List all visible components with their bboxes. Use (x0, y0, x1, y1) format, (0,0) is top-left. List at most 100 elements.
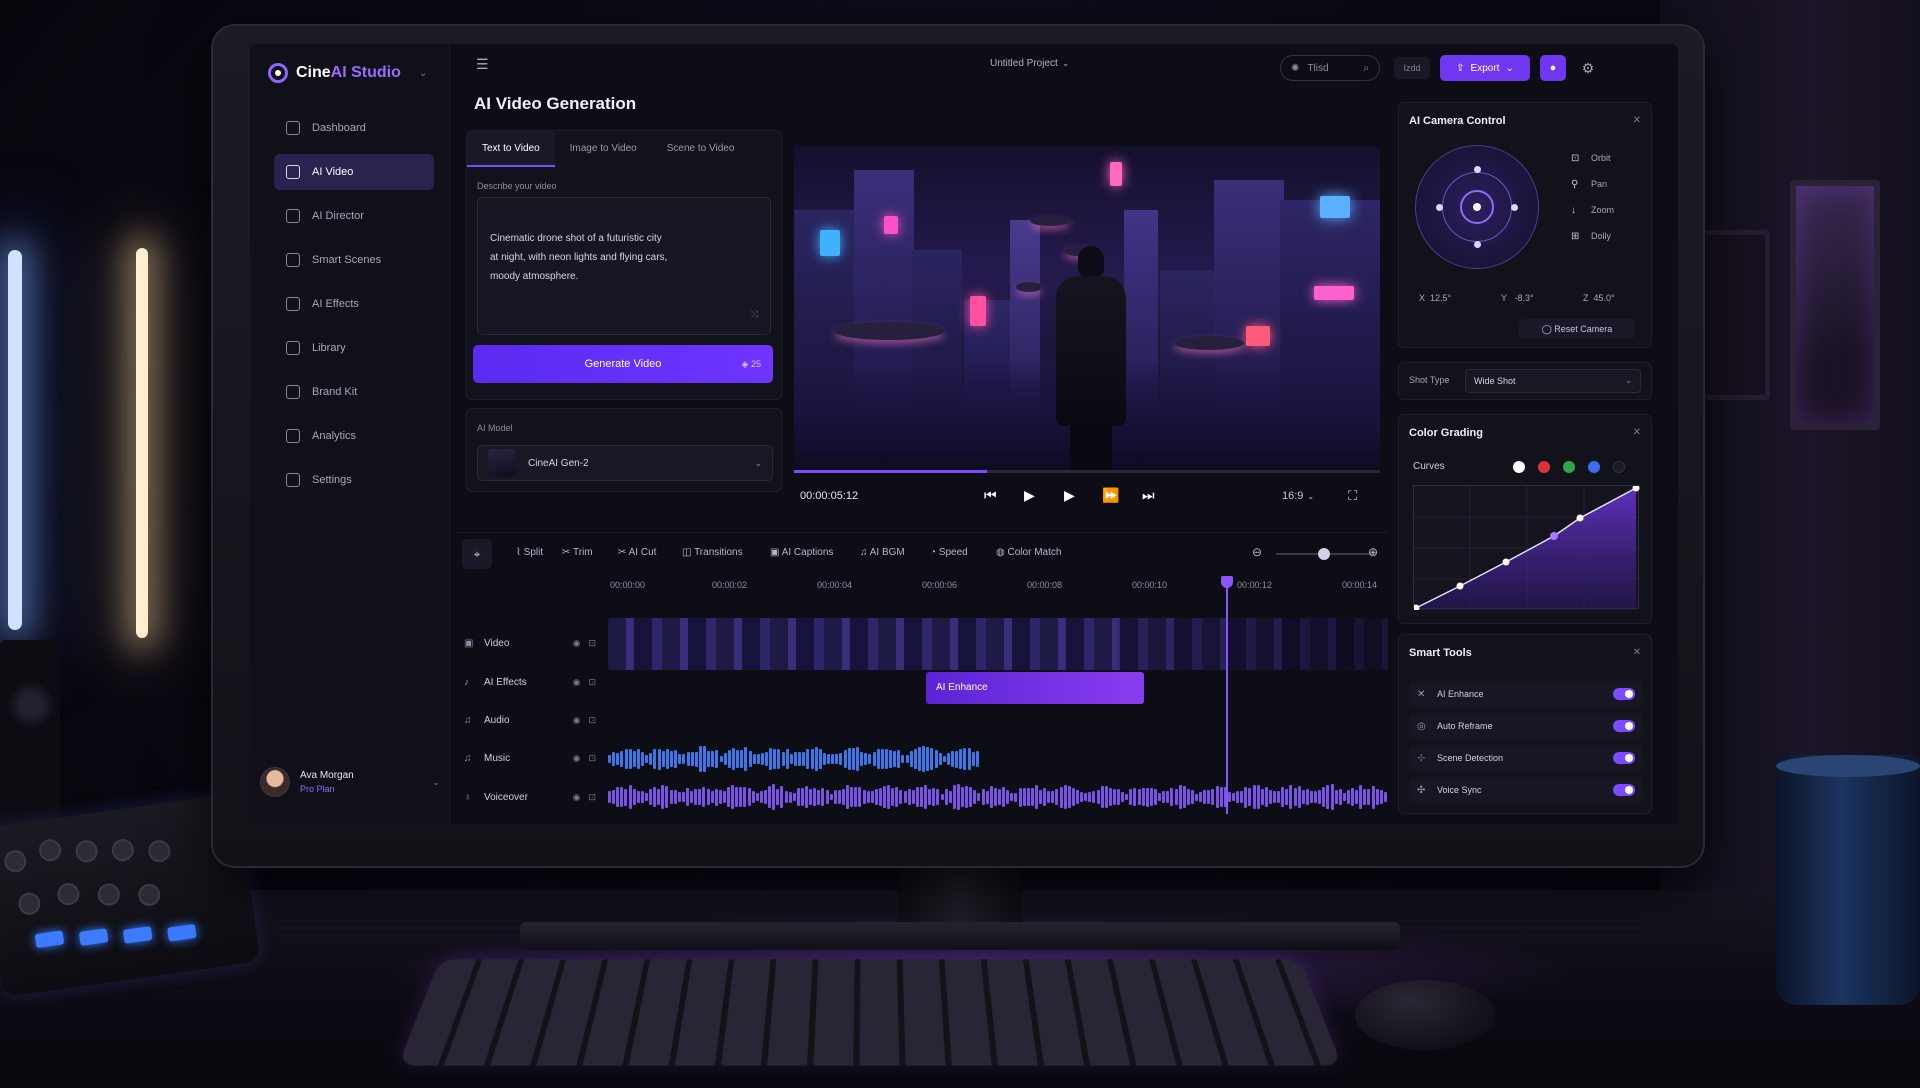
track-music[interactable]: ♫ Music ◉⊡ (464, 743, 604, 773)
waveform-bar (1047, 791, 1050, 803)
skip-back-icon[interactable]: ⏮ (984, 487, 997, 504)
playback-progress[interactable] (794, 470, 1380, 473)
chevron-down-icon[interactable]: ⌄ (432, 777, 440, 788)
settings-gear-icon[interactable]: ⚙ (1577, 57, 1599, 79)
track-audio[interactable]: ♫ Audio ◉⊡ (464, 705, 604, 735)
wall-frame (1790, 180, 1880, 430)
camera-joystick[interactable] (1415, 145, 1539, 269)
music-icon: ♫ (860, 547, 868, 558)
focus-icon[interactable]: ⌖ (462, 539, 492, 569)
generate-video-button[interactable]: Generate Video ◈ 25 (473, 345, 773, 383)
fast-forward-icon[interactable]: ⏩ (1102, 487, 1119, 504)
zoom-in-icon[interactable]: ⊕ (1368, 545, 1378, 559)
ai-enhance-toggle[interactable] (1613, 688, 1635, 700)
project-selector[interactable]: Untitled Project ⌄ (990, 58, 1069, 69)
prompt-input[interactable]: Cinematic drone shot of a futuristic cit… (477, 197, 771, 335)
fullscreen-icon[interactable]: ⛶ (1348, 488, 1357, 504)
camera-mode-pan[interactable]: ⚲ Pan (1571, 171, 1641, 197)
channel-swatch-green[interactable] (1563, 461, 1575, 473)
track-voiceover[interactable]: ♁ Voiceover ◉⊡ (464, 782, 604, 812)
gear-icon (286, 473, 300, 487)
eye-lock-icons[interactable]: ◉⊡ (573, 677, 604, 688)
user-name: Ava Morgan (300, 770, 354, 781)
waveform-bar (785, 791, 788, 803)
brand[interactable]: CineAI Studio ⌄ (268, 58, 438, 88)
eye-lock-icons[interactable]: ◉⊡ (573, 753, 604, 764)
auto-reframe-toggle[interactable] (1613, 720, 1635, 732)
camera-mode-zoom[interactable]: ↓ Zoom (1571, 197, 1641, 223)
zoom-slider-handle[interactable] (1318, 548, 1330, 560)
joystick-center[interactable] (1473, 203, 1481, 211)
track-video[interactable]: ▣ Video ◉⊡ (464, 628, 604, 658)
user-menu[interactable]: Ava Morgan Pro Plan ⌄ (260, 762, 440, 802)
camera-mode-dolly[interactable]: ⊞ Dolly (1571, 223, 1641, 249)
color-match-tool[interactable]: ◍ Color Match (996, 547, 1061, 558)
small-pill[interactable]: Izdd (1394, 57, 1430, 79)
play-icon[interactable]: ▶ (1064, 487, 1075, 504)
shot-type-select[interactable]: Wide Shot ⌄ (1465, 369, 1641, 393)
split-tool[interactable]: ⌇ Split (516, 547, 543, 558)
close-icon[interactable]: ✕ (1633, 115, 1641, 126)
video-clip[interactable] (608, 618, 1388, 670)
scene-detection-toggle[interactable] (1613, 752, 1635, 764)
channel-swatch-red[interactable] (1538, 461, 1550, 473)
waveform-bar (1125, 794, 1128, 800)
camera-mode-orbit[interactable]: ⊡ Orbit (1571, 145, 1641, 171)
channel-swatch-luma[interactable] (1613, 461, 1625, 473)
search-pill[interactable]: ✺ Tlisd ⌕ (1280, 55, 1380, 81)
shuffle-icon[interactable]: ⤨ (750, 305, 758, 324)
waveform-bar (842, 789, 845, 805)
chevron-down-icon[interactable]: ⌄ (419, 68, 427, 79)
waveform-bar (612, 752, 615, 766)
tab-scene-to-video[interactable]: Scene to Video (652, 131, 750, 167)
user-button[interactable]: ● (1540, 55, 1566, 81)
music-waveform[interactable] (608, 746, 980, 772)
waveform-bar (608, 755, 611, 764)
eye-lock-icons[interactable]: ◉⊡ (573, 638, 604, 649)
voice-sync-toggle[interactable] (1613, 784, 1635, 796)
sidebar-item-ai-effects[interactable]: AI Effects (274, 286, 434, 322)
tab-text-to-video[interactable]: Text to Video (467, 131, 555, 167)
track-ai-effects[interactable]: ♪ AI Effects ◉⊡ (464, 667, 604, 697)
aspect-ratio-select[interactable]: 16:9 ⌄ (1282, 490, 1314, 502)
reset-camera-button[interactable]: ◯ Reset Camera (1519, 319, 1635, 339)
close-icon[interactable]: ✕ (1633, 427, 1641, 438)
close-icon[interactable]: ✕ (1633, 647, 1641, 658)
sidebar-item-library[interactable]: Library (274, 330, 434, 366)
waveform-bar (1285, 789, 1288, 805)
skip-forward-icon[interactable]: ⏭ (1142, 487, 1155, 504)
curve-editor[interactable] (1413, 485, 1639, 609)
sidebar-item-brand-kit[interactable]: Brand Kit (274, 374, 434, 410)
ruler-tick: 00:00:02 (712, 580, 747, 590)
video-preview[interactable] (794, 146, 1380, 470)
playhead[interactable] (1226, 576, 1228, 814)
eye-lock-icons[interactable]: ◉⊡ (573, 715, 604, 726)
sidebar-item-ai-director[interactable]: AI Director (274, 198, 434, 234)
sidebar-item-smart-scenes[interactable]: Smart Scenes (274, 242, 434, 278)
ai-enhance-clip[interactable]: AI Enhance (926, 672, 1144, 704)
ai-cut-tool[interactable]: ✂ AI Cut (618, 547, 656, 558)
eye-lock-icons[interactable]: ◉⊡ (573, 792, 604, 803)
play-icon[interactable]: ▶ (1024, 487, 1035, 504)
ai-captions-tool[interactable]: ▣ AI Captions (770, 547, 833, 558)
brand-icon (286, 385, 300, 399)
waveform-bar (637, 749, 640, 769)
timeline-ruler[interactable]: 00:00:00 00:00:02 00:00:04 00:00:06 00:0… (608, 574, 1388, 596)
speed-tool[interactable]: ◔ Speed (930, 547, 968, 558)
transitions-tool[interactable]: ◫ Transitions (682, 547, 743, 558)
channel-swatch-white[interactable] (1513, 461, 1525, 473)
voiceover-waveform[interactable] (608, 784, 1388, 810)
model-select[interactable]: CineAI Gen-2 ⌄ (477, 445, 773, 481)
tab-image-to-video[interactable]: Image to Video (555, 131, 652, 167)
export-button[interactable]: ⇪ Export ⌄ (1440, 55, 1530, 81)
waveform-bar (645, 793, 648, 800)
trim-tool[interactable]: ✂ Trim (562, 547, 593, 558)
channel-swatch-blue[interactable] (1588, 461, 1600, 473)
ai-bgm-tool[interactable]: ♫ AI BGM (860, 547, 905, 558)
sidebar-item-ai-video[interactable]: AI Video (274, 154, 434, 190)
sidebar-item-settings[interactable]: Settings (274, 462, 434, 498)
sidebar-item-dashboard[interactable]: Dashboard (274, 110, 434, 146)
sidebar-item-analytics[interactable]: Analytics (274, 418, 434, 454)
menu-icon[interactable]: ☰ (476, 56, 494, 72)
zoom-out-icon[interactable]: ⊖ (1252, 545, 1262, 559)
